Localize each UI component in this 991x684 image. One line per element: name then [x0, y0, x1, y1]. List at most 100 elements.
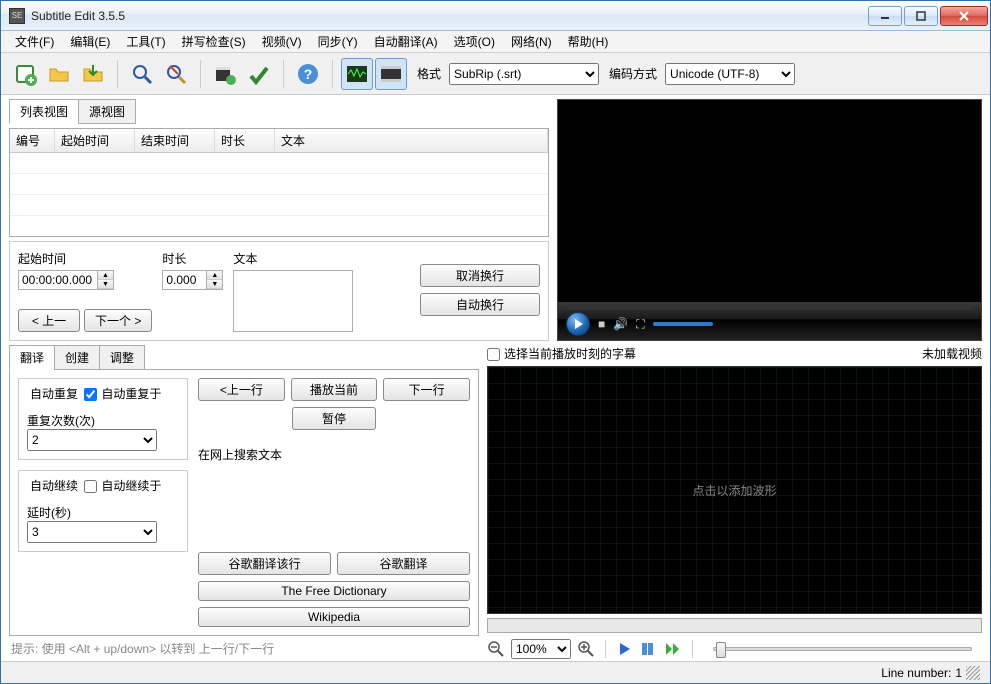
open-button[interactable]	[43, 58, 75, 90]
video-progress-bar[interactable]	[566, 306, 973, 310]
menu-video[interactable]: 视频(V)	[254, 31, 310, 52]
start-time-input[interactable]	[18, 270, 98, 290]
menu-tools[interactable]: 工具(T)	[118, 31, 173, 52]
col-start[interactable]: 起始时间	[55, 129, 135, 152]
menu-help[interactable]: 帮助(H)	[560, 31, 617, 52]
next-line-button[interactable]: 下一个 >	[84, 309, 152, 332]
col-duration[interactable]: 时长	[215, 129, 275, 152]
repeat-count-select[interactable]: 2	[27, 429, 157, 451]
tab-adjust[interactable]: 调整	[99, 345, 145, 370]
fullscreen-icon[interactable]: ⛶	[636, 317, 644, 332]
tab-translate[interactable]: 翻译	[9, 345, 55, 370]
auto-repeat-group: 自动重复 自动重复于 重复次数(次) 2	[18, 378, 188, 460]
col-end[interactable]: 结束时间	[135, 129, 215, 152]
delay-select[interactable]: 3	[27, 521, 157, 543]
table-row[interactable]	[10, 216, 548, 237]
list-tabs: 列表视图 源视图	[9, 99, 549, 124]
select-play-subtitle-label[interactable]: 选择当前播放时刻的字幕	[487, 345, 636, 362]
table-row[interactable]	[10, 195, 548, 216]
waveform-scrollbar[interactable]	[487, 618, 982, 633]
stop-icon[interactable]: ■	[598, 317, 605, 331]
nav-next-button[interactable]: 下一行	[383, 378, 470, 401]
no-video-label: 未加载视频	[922, 345, 982, 362]
tab-list-view[interactable]: 列表视图	[9, 99, 79, 124]
auto-repeat-checkbox-label[interactable]: 自动重复于	[84, 387, 161, 401]
col-number[interactable]: 编号	[10, 129, 55, 152]
nav-prev-button[interactable]: <上一行	[198, 378, 285, 401]
find-button[interactable]	[126, 58, 158, 90]
toolbar-separator	[200, 60, 201, 88]
table-body[interactable]	[10, 153, 548, 237]
maximize-button[interactable]	[904, 6, 938, 26]
menu-file[interactable]: 文件(F)	[7, 31, 62, 52]
zoom-select[interactable]: 100%	[511, 639, 571, 659]
menu-options[interactable]: 选项(O)	[446, 31, 503, 52]
duration-input[interactable]	[162, 270, 207, 290]
prev-line-button[interactable]: < 上一	[18, 309, 80, 332]
select-play-subtitle-checkbox[interactable]	[487, 348, 500, 361]
toggle-waveform-button[interactable]	[341, 58, 373, 90]
video-controls: ■ 🔊 ⛶	[558, 302, 981, 340]
hint-text: 提示: 使用 <Alt + up/down> 以转到 上一行/下一行	[9, 636, 479, 661]
table-header: 编号 起始时间 结束时间 时长 文本	[10, 129, 548, 153]
statusbar: Line number: 1	[1, 661, 990, 683]
playback-speed-slider[interactable]	[713, 647, 972, 651]
play-icon[interactable]	[616, 640, 634, 658]
google-translate-button[interactable]: 谷歌翻译	[337, 552, 470, 575]
minimize-button[interactable]	[868, 6, 902, 26]
encoding-label: 编码方式	[609, 65, 657, 82]
play-current-button[interactable]: 播放当前	[291, 378, 378, 401]
waveform-placeholder: 点击以添加波形	[692, 482, 776, 499]
volume-icon[interactable]: 🔊	[613, 317, 628, 331]
wikipedia-button[interactable]: Wikipedia	[198, 607, 470, 627]
toggle-video-button[interactable]	[375, 58, 407, 90]
menu-spellcheck[interactable]: 拼写检查(S)	[174, 31, 254, 52]
volume-slider[interactable]	[653, 322, 713, 326]
auto-repeat-checkbox[interactable]	[84, 388, 97, 401]
save-button[interactable]	[77, 58, 109, 90]
play-button[interactable]	[566, 312, 590, 336]
help-button[interactable]: ?	[292, 58, 324, 90]
zoom-out-icon[interactable]	[487, 640, 505, 658]
subtitle-text-input[interactable]	[233, 270, 353, 332]
auto-continue-checkbox-label[interactable]: 自动继续于	[84, 479, 161, 493]
pause-button[interactable]: 暂停	[292, 407, 376, 430]
duration-spinner[interactable]: ▲▼	[207, 270, 223, 290]
menu-network[interactable]: 网络(N)	[503, 31, 560, 52]
tab-source-view[interactable]: 源视图	[78, 99, 136, 124]
window-title: Subtitle Edit 3.5.5	[31, 9, 868, 23]
start-time-spinner[interactable]: ▲▼	[98, 270, 114, 290]
goto-icon[interactable]	[664, 640, 682, 658]
auto-repeat-legend: 自动重复	[27, 385, 81, 402]
position-icon[interactable]	[640, 640, 658, 658]
col-text[interactable]: 文本	[275, 129, 548, 152]
table-row[interactable]	[10, 153, 548, 174]
waveform-area[interactable]: 点击以添加波形	[487, 366, 982, 614]
free-dictionary-button[interactable]: The Free Dictionary	[198, 581, 470, 601]
auto-continue-checkbox[interactable]	[84, 480, 97, 493]
menu-sync[interactable]: 同步(Y)	[310, 31, 366, 52]
new-button[interactable]	[9, 58, 41, 90]
format-select[interactable]: SubRip (.srt)	[449, 63, 599, 85]
zoom-in-icon[interactable]	[577, 640, 595, 658]
duration-label: 时长	[162, 250, 223, 267]
titlebar: SE Subtitle Edit 3.5.5	[1, 1, 990, 31]
subtitle-table[interactable]: 编号 起始时间 结束时间 时长 文本	[9, 128, 549, 237]
tab-create[interactable]: 创建	[54, 345, 100, 370]
spellcheck-button[interactable]	[243, 58, 275, 90]
unbreak-button[interactable]: 取消换行	[420, 264, 540, 287]
visual-sync-button[interactable]	[209, 58, 241, 90]
resize-grip[interactable]	[966, 666, 980, 680]
encoding-select[interactable]: Unicode (UTF-8)	[665, 63, 795, 85]
app-icon: SE	[9, 8, 25, 24]
google-translate-line-button[interactable]: 谷歌翻译该行	[198, 552, 331, 575]
replace-button[interactable]	[160, 58, 192, 90]
close-button[interactable]	[940, 6, 988, 26]
table-row[interactable]	[10, 174, 548, 195]
video-player[interactable]: ■ 🔊 ⛶	[557, 99, 982, 341]
menu-autotranslate[interactable]: 自动翻译(A)	[366, 31, 446, 52]
slider-thumb[interactable]	[716, 642, 726, 658]
menu-edit[interactable]: 编辑(E)	[62, 31, 118, 52]
autobreak-button[interactable]: 自动换行	[420, 293, 540, 316]
app-window: SE Subtitle Edit 3.5.5 文件(F) 编辑(E) 工具(T)…	[0, 0, 991, 684]
